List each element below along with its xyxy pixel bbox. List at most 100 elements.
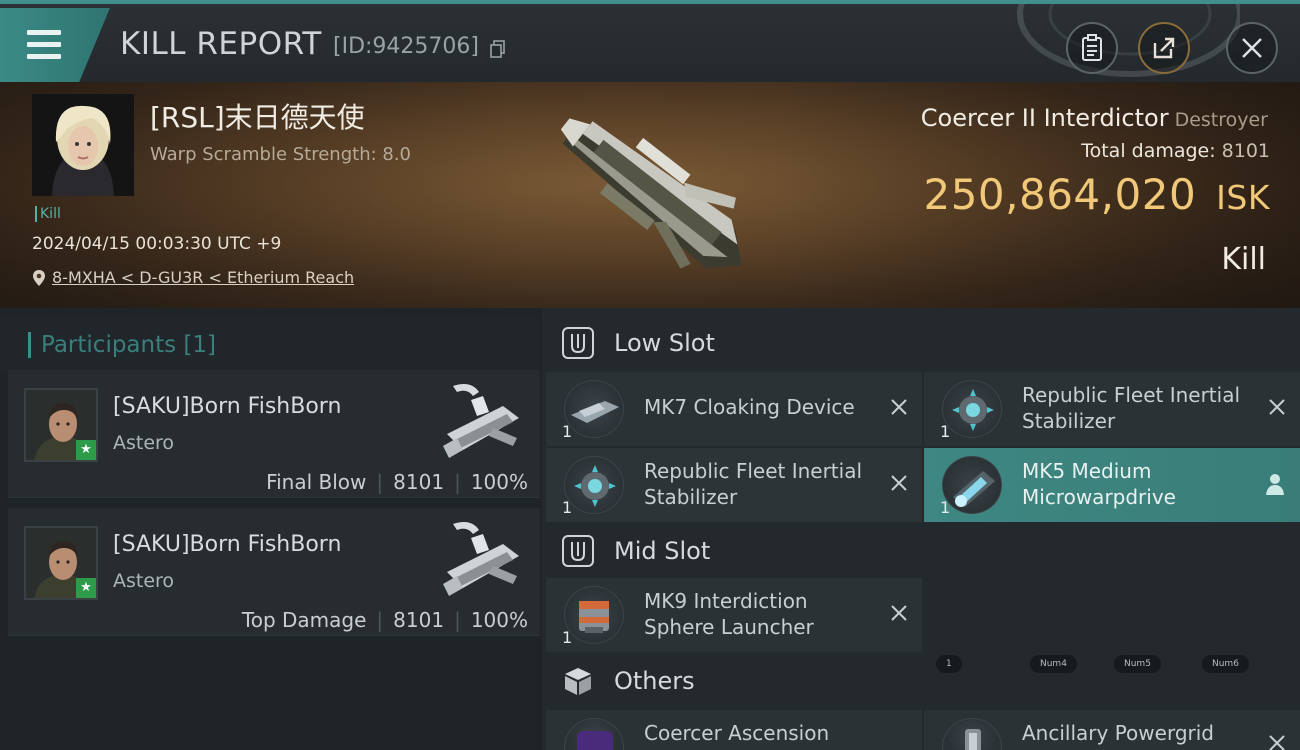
location-text[interactable]: 8-MXHA < D-GU3R < Etherium Reach	[52, 268, 354, 287]
participants-panel: Participants [1] ★ [SAKU]Born FishBorn A…	[0, 308, 542, 750]
participant-damage: 8101	[393, 470, 445, 494]
share-icon	[1153, 37, 1175, 59]
module-quantity: 1	[562, 498, 573, 517]
isk-amount: 250,864,020	[923, 170, 1197, 219]
participant-role: Top Damage	[241, 608, 367, 632]
module-name: MK7 Cloaking Device	[644, 395, 855, 419]
inertial-stabilizer-icon	[942, 380, 1002, 438]
module-item[interactable]: 1 MK9 Interdiction Sphere Launcher	[546, 578, 922, 652]
kill-tag: Kill	[35, 206, 61, 222]
participant-ship-image	[443, 384, 519, 458]
total-damage: Total damage: 8101	[1081, 140, 1270, 162]
star-icon: ★	[76, 578, 96, 598]
module-item[interactable]: Ancillary Powergrid	[924, 710, 1300, 750]
module-name: MK9 Interdiction Sphere Launcher	[644, 589, 814, 639]
destroyed-icon	[1269, 735, 1285, 750]
hotkey-hint: Num6	[1202, 655, 1249, 673]
ship-skin-icon	[564, 718, 624, 750]
close-icon	[1242, 38, 1262, 58]
mid-slot-label: Mid Slot	[614, 537, 711, 565]
cloaking-device-icon	[564, 380, 624, 438]
destroyed-icon	[891, 399, 907, 415]
mid-slot-icon	[560, 533, 596, 569]
module-item[interactable]: 1 Republic Fleet Inertial Stabilizer	[924, 372, 1300, 446]
location-link[interactable]: 8-MXHA < D-GU3R < Etherium Reach	[32, 268, 354, 287]
low-slot-label: Low Slot	[614, 329, 715, 357]
participant-percent: 100%	[470, 608, 528, 632]
microwarpdrive-icon	[942, 456, 1002, 514]
participant-percent: 100%	[470, 470, 528, 494]
isk-unit: ISK	[1216, 178, 1270, 217]
inertial-stabilizer-icon	[564, 456, 624, 514]
participant-avatar: ★	[24, 526, 98, 600]
module-name: Republic Fleet Inertial Stabilizer	[1022, 383, 1241, 433]
share-button[interactable]	[1138, 22, 1190, 74]
participant-stats: Final Blow | 8101 | 100%	[266, 470, 528, 494]
menu-button[interactable]	[0, 8, 110, 82]
decorative-ring	[1017, 4, 1240, 77]
participant-name[interactable]: [SAKU]Born FishBorn	[113, 394, 341, 419]
module-quantity: 1	[940, 498, 951, 517]
copy-icon[interactable]	[490, 40, 506, 58]
ship-name-text: Coercer II Interdictor	[920, 104, 1169, 132]
others-header: Others	[542, 652, 1300, 710]
module-quantity: 1	[940, 422, 951, 441]
person-icon	[1266, 474, 1284, 495]
others-label: Others	[614, 667, 695, 695]
ship-class-text: Destroyer	[1174, 109, 1268, 131]
powergrid-icon	[942, 718, 1002, 750]
kill-result: Kill	[1221, 242, 1266, 277]
participants-label: Participants [1]	[28, 332, 216, 358]
hamburger-icon	[27, 30, 61, 59]
isk-value: 250,864,020 ISK	[923, 170, 1270, 219]
destroyed-icon	[1269, 399, 1285, 415]
module-quantity: 1	[562, 422, 573, 441]
participant-card[interactable]: ★ [SAKU]Born FishBorn Astero Final Blow …	[8, 370, 540, 498]
participant-role: Final Blow	[266, 470, 367, 494]
participant-avatar: ★	[24, 388, 98, 462]
module-item[interactable]: Coercer Ascension	[546, 710, 922, 750]
total-damage-value: 8101	[1221, 140, 1270, 162]
hotkey-hint: Num5	[1114, 655, 1161, 673]
divider: |	[376, 608, 384, 632]
participant-ship: Astero	[113, 432, 175, 454]
victim-ship-image	[560, 118, 742, 269]
warp-scramble-strength: Warp Scramble Strength: 8.0	[150, 144, 412, 165]
participant-ship-image	[443, 522, 519, 596]
victim-avatar[interactable]	[32, 94, 134, 196]
clipboard-icon	[1082, 34, 1102, 61]
page-title: KILL REPORT	[120, 26, 322, 62]
module-name: Ancillary Powergrid	[1022, 721, 1214, 745]
box-icon	[560, 663, 596, 699]
report-id: [ID:9425706]	[333, 34, 479, 59]
kill-summary-banner: [RSL]末日德天使 Warp Scramble Strength: 8.0 K…	[0, 82, 1300, 308]
participant-ship: Astero	[113, 570, 175, 592]
participants-header: Participants [1]	[0, 318, 540, 370]
low-slot-icon	[560, 325, 596, 361]
module-item[interactable]: 1 MK7 Cloaking Device	[546, 372, 922, 446]
module-name: Coercer Ascension	[644, 721, 830, 745]
participant-damage: 8101	[393, 608, 445, 632]
fitting-panel: Low Slot 1 MK7 Cloaking Device 1 Republi…	[542, 308, 1300, 750]
module-item[interactable]: 1 Republic Fleet Inertial Stabilizer	[546, 448, 922, 522]
hotkey-hint: 1	[936, 655, 962, 673]
participant-card[interactable]: ★ [SAKU]Born FishBorn Astero Top Damage …	[8, 508, 540, 636]
module-quantity: 1	[562, 628, 573, 647]
low-slot-header: Low Slot	[542, 314, 1300, 372]
report-button[interactable]	[1066, 22, 1118, 74]
hotkey-hint: Num4	[1030, 655, 1077, 673]
total-damage-label: Total damage:	[1081, 140, 1216, 162]
interdiction-launcher-icon	[564, 586, 624, 644]
module-item-selected[interactable]: 1 MK5 Medium Microwarpdrive	[924, 448, 1300, 522]
close-button[interactable]	[1226, 22, 1278, 74]
participant-name[interactable]: [SAKU]Born FishBorn	[113, 532, 341, 557]
mid-slot-header: Mid Slot	[542, 522, 1300, 580]
destroyed-icon	[891, 605, 907, 621]
victim-name[interactable]: [RSL]末日德天使	[150, 96, 365, 136]
star-icon: ★	[76, 440, 96, 460]
kill-timestamp: 2024/04/15 00:03:30 UTC +9	[32, 234, 282, 254]
destroyed-icon	[891, 475, 907, 491]
module-name: MK5 Medium Microwarpdrive	[1022, 459, 1176, 509]
location-pin-icon	[33, 269, 45, 286]
victim-ship-name[interactable]: Coercer II Interdictor Destroyer	[921, 104, 1268, 132]
